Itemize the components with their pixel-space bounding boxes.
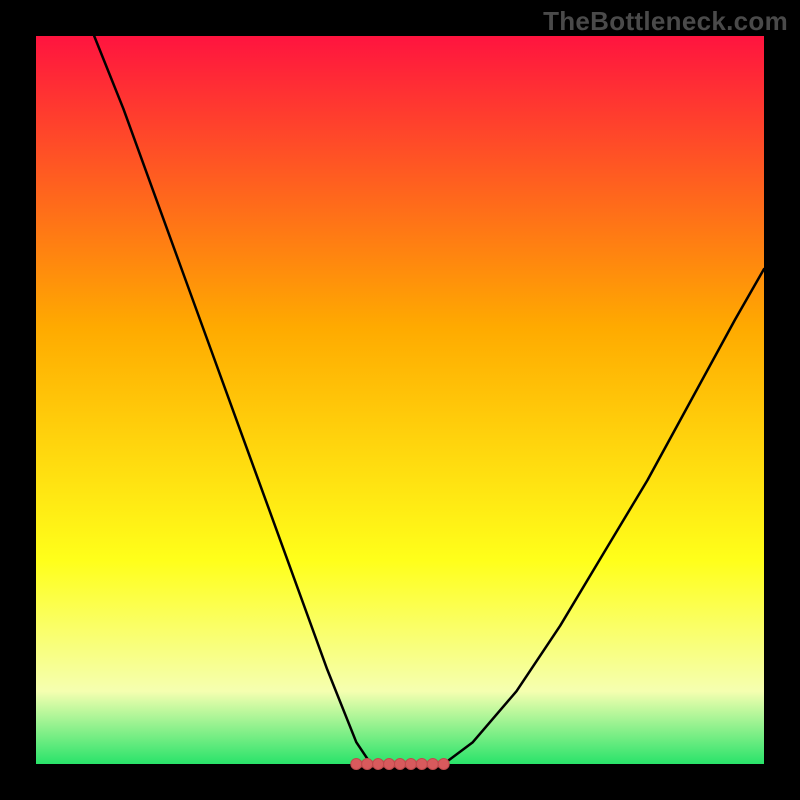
bottom-marker <box>351 759 362 770</box>
chart-frame: TheBottleneck.com <box>0 0 800 800</box>
marker-layer <box>351 759 449 770</box>
bottom-marker <box>384 759 395 770</box>
chart-svg <box>0 0 800 800</box>
watermark-text: TheBottleneck.com <box>543 6 788 37</box>
bottom-marker <box>405 759 416 770</box>
bottom-marker <box>395 759 406 770</box>
bottom-marker <box>438 759 449 770</box>
bottom-marker <box>416 759 427 770</box>
bottom-marker <box>427 759 438 770</box>
bottom-marker <box>362 759 373 770</box>
plot-area <box>36 36 764 764</box>
bottom-marker <box>373 759 384 770</box>
